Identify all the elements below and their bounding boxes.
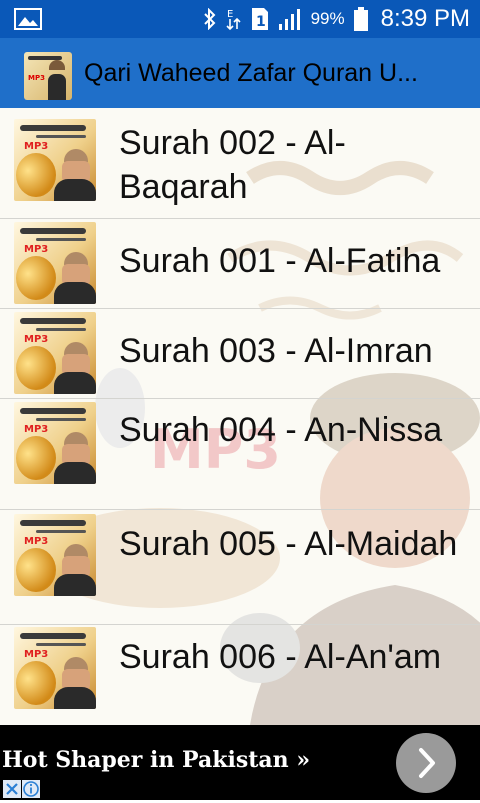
battery-icon xyxy=(353,7,368,31)
list-item[interactable]: MP3 Surah 003 - Al-Imran xyxy=(0,309,480,399)
list-item[interactable]: MP3 Surah 004 - An-Nissa xyxy=(0,399,480,510)
battery-percent: 99% xyxy=(310,9,345,28)
surah-list: MP3 Surah 002 - Al-Baqarah MP3 Surah 001… xyxy=(0,108,480,725)
chevron-right-icon[interactable] xyxy=(396,733,456,793)
surah-thumbnail: MP3 xyxy=(14,514,96,596)
surah-title: Surah 005 - Al-Maidah xyxy=(119,525,458,563)
surah-title: Surah 006 - Al-An'am xyxy=(119,638,442,676)
signal-icon xyxy=(278,9,300,30)
svg-text:1: 1 xyxy=(256,14,266,30)
surah-list-container[interactable]: MP3 MP3 Surah 002 - Al-Baqarah MP3 Surah… xyxy=(0,108,480,725)
gallery-icon xyxy=(14,8,42,30)
app-title: Qari Waheed Zafar Quran U... xyxy=(84,59,418,87)
surah-thumbnail: MP3 xyxy=(14,402,96,484)
surah-thumbnail: MP3 xyxy=(14,627,96,709)
surah-title: Surah 003 - Al-Imran xyxy=(119,332,433,370)
close-icon[interactable] xyxy=(3,780,21,798)
surah-title: Surah 001 - Al-Fatiha xyxy=(119,242,441,280)
list-item[interactable]: MP3 Surah 006 - Al-An'am xyxy=(0,625,480,725)
surah-thumbnail: MP3 xyxy=(14,222,96,304)
app-logo-icon[interactable]: MP3 xyxy=(24,52,72,100)
clock: 8:39 PM xyxy=(380,5,470,32)
surah-title: Surah 004 - An-Nissa xyxy=(119,411,443,449)
list-item[interactable]: MP3 Surah 005 - Al-Maidah xyxy=(0,510,480,625)
info-icon[interactable] xyxy=(22,780,40,798)
list-item[interactable]: MP3 Surah 001 - Al-Fatiha xyxy=(0,219,480,309)
surah-title: Surah 002 - Al-Baqarah xyxy=(119,124,346,206)
surah-thumbnail: MP3 xyxy=(14,312,96,394)
data-transfer-icon: E xyxy=(226,9,241,31)
bluetooth-icon xyxy=(203,8,215,30)
sim-1-icon: 1 xyxy=(251,8,268,30)
list-item[interactable]: MP3 Surah 002 - Al-Baqarah xyxy=(0,108,480,219)
surah-thumbnail: MP3 xyxy=(14,119,96,201)
svg-text:E: E xyxy=(227,9,233,20)
ad-text[interactable]: Hot Shaper in Pakistan » xyxy=(2,747,310,773)
status-bar: E 1 99% 8:39 PM xyxy=(0,0,480,38)
